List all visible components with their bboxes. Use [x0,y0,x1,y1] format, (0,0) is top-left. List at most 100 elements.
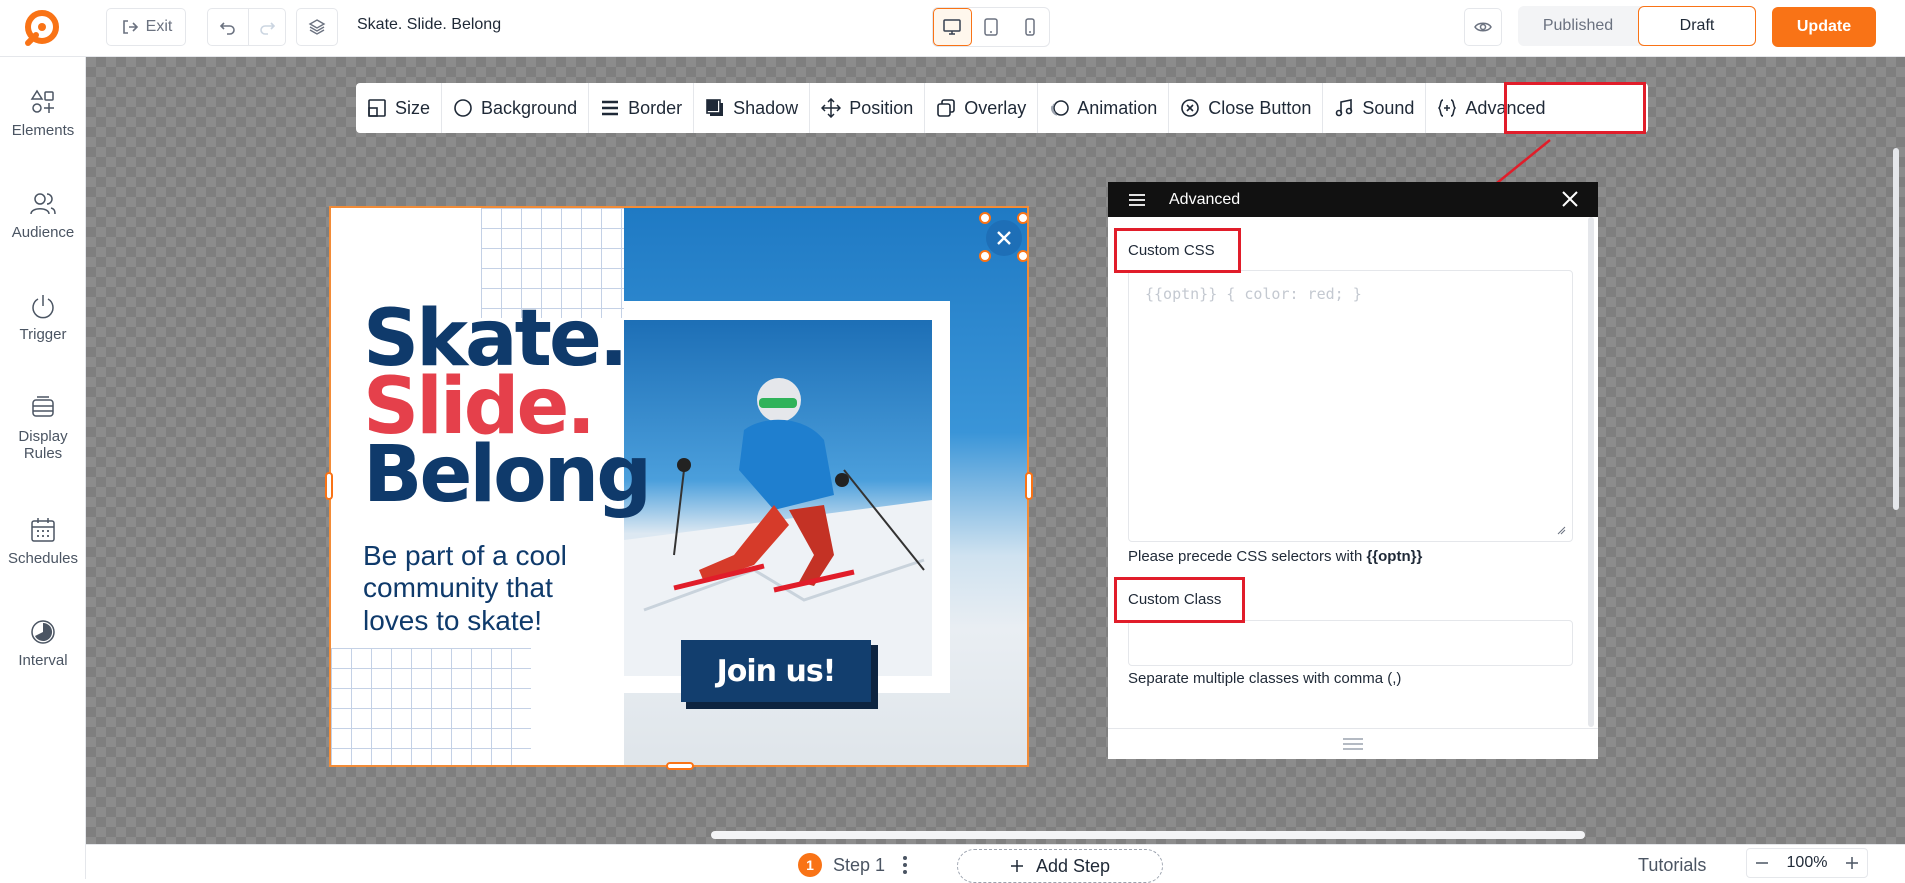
desktop-view-button[interactable] [933,8,972,46]
exit-label: Exit [145,18,173,35]
vertical-scrollbar[interactable] [1893,148,1899,510]
update-button[interactable]: Update [1772,7,1876,47]
tool-background[interactable]: Background [442,83,590,133]
music-note-icon [1336,99,1353,117]
drag-handle-icon [1343,738,1363,750]
tool-shadow[interactable]: Shadow [694,83,811,133]
custom-css-textarea[interactable]: {{optn}} { color: red; } [1128,270,1573,542]
mobile-view-button[interactable] [1010,8,1049,46]
popup-preview[interactable]: Skate. Slide. Belong Be part of a cool c… [329,206,1029,767]
sidebar-item-display-rules[interactable]: Display Rules [0,394,86,462]
sidebar-item-label: Interval [18,652,68,669]
tool-sound[interactable]: Sound [1323,83,1427,133]
css-help-text: Please precede CSS selectors with {{optn… [1128,548,1422,565]
sidebar-item-elements[interactable]: Elements [0,88,86,139]
tool-size[interactable]: Size [356,83,443,133]
sidebar-item-label: Trigger [19,326,67,343]
layers-icon [308,19,326,35]
tool-label: Border [628,97,683,118]
zoom-control: 100% [1746,848,1868,878]
close-icon [997,231,1011,245]
preview-button[interactable] [1464,8,1502,46]
resize-handle[interactable] [979,212,991,224]
join-us-button[interactable]: Join us! [681,640,871,702]
panel-footer-handle[interactable] [1108,728,1598,759]
draft-tab[interactable]: Draft [1638,6,1756,46]
step-menu-icon[interactable] [902,854,908,876]
popup-right-resize-handle[interactable] [1025,472,1033,500]
tablet-view-button[interactable] [972,8,1011,46]
zoom-out-icon[interactable] [1755,856,1769,870]
popup-close-button[interactable] [986,220,1022,256]
advanced-panel-header[interactable]: Advanced [1108,182,1598,217]
top-bar: Exit Skate. Slide. Belong Published Draf… [0,0,1905,57]
resize-handle[interactable] [1017,212,1027,224]
sidebar-item-label: Schedules [7,550,79,567]
resize-handle[interactable] [1017,250,1027,262]
tool-label: Background [481,97,578,118]
plus-icon [1010,860,1023,872]
shadow-icon [706,99,724,116]
tool-label: Animation [1077,97,1158,118]
redo-icon [260,22,276,35]
css-help-token: {{optn}} [1366,548,1423,565]
headline-line-3: Belong [363,430,652,520]
undo-button[interactable] [207,8,249,46]
published-tab[interactable]: Published [1518,6,1638,46]
custom-css-highlight-box [1114,228,1241,273]
elements-icon [30,89,54,113]
zoom-in-icon[interactable] [1845,856,1859,870]
tool-label: Size [395,97,431,118]
custom-css-placeholder: {{optn}} { color: red; } [1145,285,1362,303]
overlay-icon [937,99,956,117]
class-help-text: Separate multiple classes with comma (,) [1128,670,1402,687]
tool-label: Overlay [964,97,1027,118]
tool-overlay[interactable]: Overlay [925,83,1039,133]
skier-photo [624,320,932,676]
redo-button[interactable] [248,8,286,46]
tool-border[interactable]: Border [589,83,695,133]
resize-grip-icon[interactable] [1556,525,1566,535]
sidebar-item-schedules[interactable]: Schedules [0,516,86,567]
bottom-bar: 1 Step 1 Add Step Tutorials 100% [86,844,1905,883]
device-switcher [932,7,1050,47]
resize-handle[interactable] [979,250,991,262]
tutorials-link[interactable]: Tutorials [1638,855,1706,876]
custom-class-input[interactable] [1128,620,1573,666]
exit-icon [122,20,138,34]
power-icon [32,295,54,319]
drag-menu-icon[interactable] [1127,190,1147,210]
layers-button[interactable] [296,8,338,46]
panel-close-icon[interactable] [1561,190,1579,208]
tool-close-button[interactable]: Close Button [1169,83,1324,133]
exit-button[interactable]: Exit [106,8,186,46]
border-icon [602,100,619,116]
publish-status-toggle: Published Draft [1518,6,1756,46]
move-icon [821,98,842,118]
popup-left-resize-handle[interactable] [325,472,333,500]
tool-animation[interactable]: Animation [1038,83,1170,133]
skier-image-icon [624,378,932,676]
display-rules-icon [32,396,54,417]
mobile-icon [1024,18,1035,36]
sidebar-item-trigger[interactable]: Trigger [0,292,86,343]
tool-label: Shadow [733,97,799,118]
horizontal-scrollbar[interactable] [711,831,1585,839]
tool-position[interactable]: Position [810,83,926,133]
tool-label: Position [849,97,914,118]
css-help-prefix: Please precede CSS selectors with [1128,548,1367,565]
code-braces-icon [1438,99,1457,117]
left-sidebar: Elements Audience Trigger Display Rules … [0,57,86,879]
sidebar-item-label: Audience [11,224,75,241]
sidebar-item-interval[interactable]: Interval [0,618,86,669]
audience-icon [30,193,56,215]
panel-scrollbar[interactable] [1588,217,1594,727]
step-label[interactable]: Step 1 [833,855,885,876]
add-step-button[interactable]: Add Step [957,849,1163,883]
app-logo-icon[interactable] [20,9,60,49]
background-icon [454,99,472,117]
popup-bottom-resize-handle[interactable] [666,762,694,770]
advanced-highlight-box [1504,82,1646,134]
popup-subtitle: Be part of a cool community that loves t… [363,540,567,636]
sidebar-item-audience[interactable]: Audience [0,190,86,241]
